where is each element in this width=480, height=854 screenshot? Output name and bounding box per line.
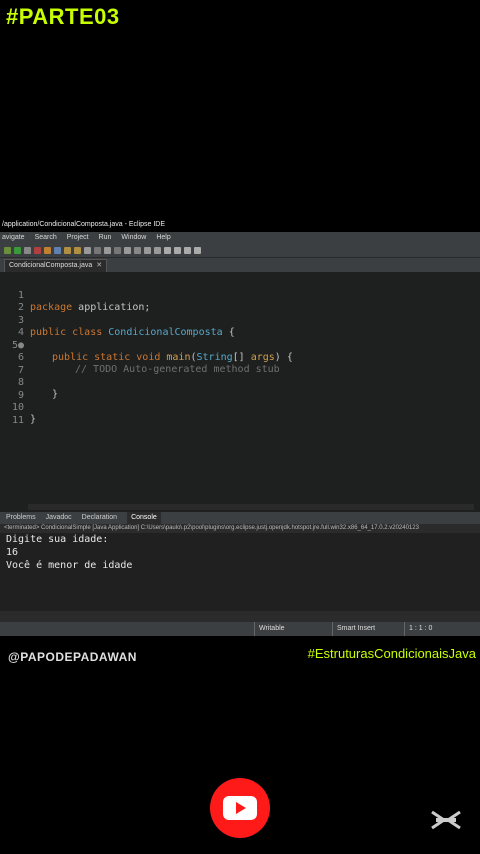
class-name: CondicionalComposta	[102, 327, 223, 338]
tab-problems[interactable]: Problems	[6, 512, 36, 524]
todo-comment: // TODO Auto-generated method stub	[75, 364, 280, 375]
tab-console[interactable]: Console	[127, 512, 161, 524]
code-line-7: 7	[0, 353, 36, 376]
menu-project[interactable]: Project	[67, 232, 89, 243]
forward-arrow-icon[interactable]	[174, 246, 181, 254]
code-line-5: 5● public static void main(String[] args…	[0, 328, 293, 363]
brace: {	[222, 327, 235, 338]
run-icon[interactable]	[14, 246, 21, 254]
code-line-2: 2	[0, 290, 36, 313]
menu-help[interactable]: Help	[156, 232, 170, 243]
debug-icon[interactable]	[24, 246, 31, 254]
channel-handle: @PAPODEPADAWAN	[8, 650, 137, 664]
brace: }	[52, 389, 59, 400]
status-writable: Writable	[254, 622, 285, 636]
tab-condicionalcomposta[interactable]: CondicionalComposta.java ✕	[4, 259, 108, 272]
keyword: public class	[30, 327, 103, 338]
console-output[interactable]: Digite sua idade: 16 Você é menor de ida…	[0, 533, 480, 611]
status-insert-mode: Smart Insert	[332, 622, 375, 636]
close-icon[interactable]: ✕	[96, 260, 102, 272]
annotation-icon[interactable]	[94, 246, 101, 254]
youtube-icon[interactable]	[210, 778, 270, 838]
last-edit-icon[interactable]	[184, 246, 191, 254]
eclipse-window: /application/CondicionalComposta.java - …	[0, 218, 480, 636]
package-icon[interactable]	[44, 246, 51, 254]
paren: ) {	[274, 352, 293, 363]
toggle-icon[interactable]	[124, 246, 131, 254]
console-line: Você é menor de idade	[6, 560, 133, 571]
param-name: args	[250, 352, 275, 363]
console-launch-path: <terminated> CondicionalSimple [Java App…	[0, 524, 480, 533]
method-name: main	[160, 352, 191, 363]
new-icon[interactable]	[4, 246, 11, 254]
type-name: String	[196, 352, 233, 363]
code-editor[interactable]: 1 package application; 2 3 public class …	[0, 272, 480, 512]
tab-declaration[interactable]: Declaration	[82, 512, 117, 524]
status-bar: Writable Smart Insert 1 : 1 : 0	[0, 622, 480, 636]
menu-window[interactable]: Window	[121, 232, 146, 243]
next-annotation-icon[interactable]	[144, 246, 151, 254]
console-line: 16	[6, 547, 19, 558]
search-icon[interactable]	[84, 246, 91, 254]
stop-icon[interactable]	[34, 246, 41, 254]
toolbar	[0, 243, 480, 258]
console-line: Digite sua idade:	[6, 534, 109, 545]
edit-icon[interactable]	[104, 246, 111, 254]
capcut-logo-icon	[431, 810, 461, 830]
brackets: []	[232, 352, 251, 363]
package-name: application;	[72, 302, 151, 313]
horizontal-scrollbar[interactable]	[28, 504, 474, 510]
line-number: 11	[11, 415, 24, 426]
code-line-9: 9	[0, 378, 36, 401]
editor-tab-bar: CondicionalComposta.java ✕	[0, 258, 480, 272]
keyword: public static void	[52, 352, 161, 363]
code-line-8: 8 }	[0, 365, 58, 400]
window-title: /application/CondicionalComposta.java - …	[0, 218, 480, 232]
prev-annotation-icon[interactable]	[154, 246, 161, 254]
menu-search[interactable]: Search	[35, 232, 57, 243]
code-line-10: 10 }	[0, 390, 36, 425]
folder-icon[interactable]	[64, 246, 71, 254]
open-icon[interactable]	[74, 246, 81, 254]
code-line-3: 3 public class CondicionalComposta {	[0, 303, 235, 338]
keyword: package	[30, 302, 73, 313]
code-line-11: 11	[0, 403, 36, 426]
status-cursor-position: 1 : 1 : 0	[404, 622, 432, 636]
perspective-icon[interactable]	[194, 246, 201, 254]
menu-bar: avigate Search Project Run Window Help	[0, 232, 480, 243]
menu-navigate[interactable]: avigate	[2, 232, 25, 243]
highlight-icon[interactable]	[114, 246, 121, 254]
bottom-panel-tabs: Problems Javadoc Declaration Console	[0, 512, 480, 524]
pin-icon[interactable]	[134, 246, 141, 254]
class-icon[interactable]	[54, 246, 61, 254]
back-arrow-icon[interactable]	[164, 246, 171, 254]
code-line-1: 1 package application;	[0, 278, 150, 313]
code-line-6: 6 // TODO Auto-generated method stub	[0, 340, 280, 375]
menu-run[interactable]: Run	[99, 232, 112, 243]
code-line-4: 4	[0, 315, 36, 338]
part-tag: #PARTE03	[6, 4, 120, 29]
tab-label: CondicionalComposta.java	[9, 262, 93, 269]
topic-hashtag: #EstruturasCondicionaisJava	[307, 646, 476, 661]
tab-javadoc[interactable]: Javadoc	[46, 512, 72, 524]
